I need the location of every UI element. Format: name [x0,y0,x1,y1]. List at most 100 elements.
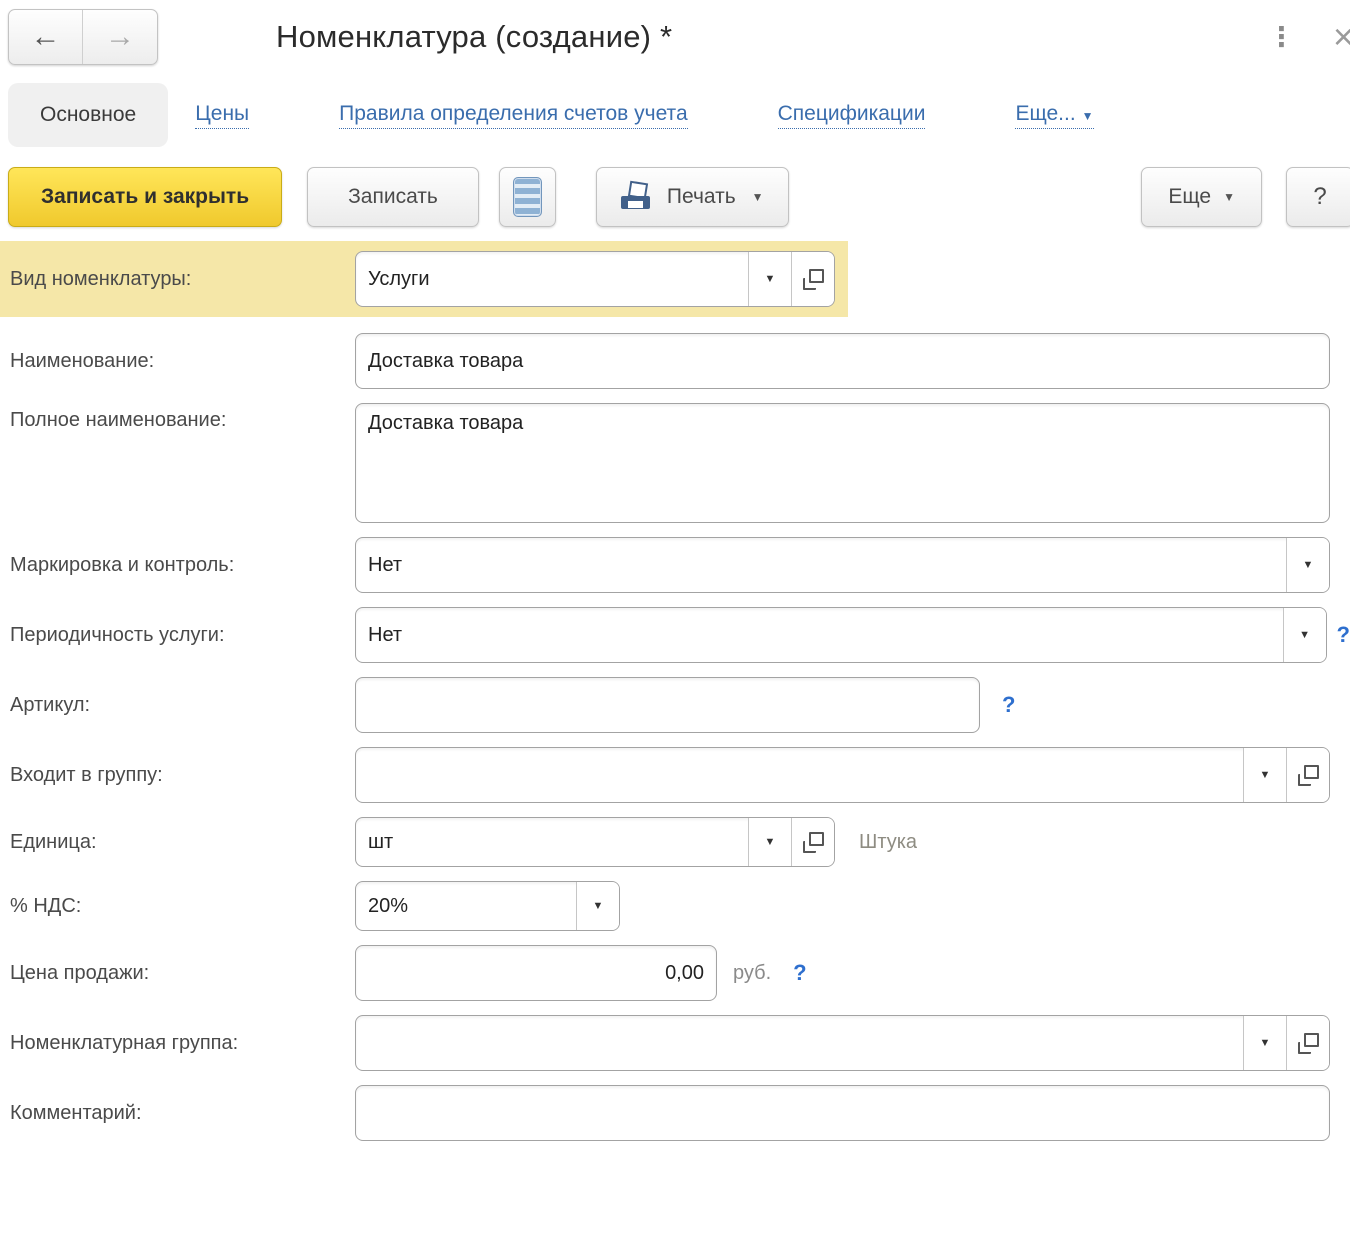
tsena-prodazhi-help-icon[interactable]: ? [793,960,806,986]
field-row-markirovka: Маркировка и контроль: Нет ▼ [0,537,1350,593]
edinitsa-combo[interactable]: шт ▼ [355,817,835,867]
vhodit-v-gruppu-open-button[interactable] [1286,748,1329,802]
kommentariy-label: Комментарий: [0,1102,355,1125]
nomenklaturnaya-gruppa-label: Номенклатурная группа: [0,1032,355,1055]
periodichnost-value: Нет [356,608,1283,662]
more-button[interactable]: Еще ▼ [1141,167,1262,227]
open-form-icon [1298,765,1319,786]
chevron-down-icon: ▼ [1260,1037,1271,1049]
chevron-down-icon: ▼ [593,900,604,912]
edinitsa-fullname-text: Штука [859,831,917,854]
field-row-tsena-prodazhi: Цена продажи: руб. ? [0,945,1350,1001]
tab-more-label: Еще... [1015,102,1075,125]
tab-more[interactable]: Еще... ▼ [1015,102,1093,129]
nds-value: 20% [356,882,576,930]
nomenklaturnaya-gruppa-combo[interactable]: ▼ [355,1015,1330,1071]
polnoe-naimenovanie-label: Полное наименование: [0,403,355,432]
edinitsa-label: Единица: [0,831,355,854]
markirovka-value: Нет [356,538,1286,592]
vid-nomenklatury-open-button[interactable] [791,252,834,306]
register-icon [513,177,542,217]
nds-dropdown-button[interactable]: ▼ [576,882,619,930]
markirovka-dropdown-button[interactable]: ▼ [1286,538,1329,592]
nomenklaturnaya-gruppa-dropdown-button[interactable]: ▼ [1243,1016,1286,1070]
field-row-edinitsa: Единица: шт ▼ Штука [0,817,1350,867]
open-form-icon [1298,1033,1319,1054]
vid-nomenklatury-dropdown-button[interactable]: ▼ [748,252,791,306]
field-row-vhodit-v-gruppu: Входит в группу: ▼ [0,747,1350,803]
titlebar: ← → Номенклатура (создание) * ⋮ × [0,0,1350,71]
field-row-artikul: Артикул: ? [0,677,1350,733]
forward-button[interactable]: → [83,10,157,64]
field-row-polnoe-naimenovanie: Полное наименование: Доставка товара [0,403,1350,523]
naimenovanie-label: Наименование: [0,350,355,373]
chevron-down-icon: ▼ [1082,109,1094,123]
markirovka-label: Маркировка и контроль: [0,554,355,577]
artikul-input[interactable] [355,677,980,733]
save-button[interactable]: Записать [307,167,479,227]
tab-tseny[interactable]: Цены [195,102,249,129]
periodichnost-label: Периодичность услуги: [0,624,355,647]
field-row-vid-nomenklatury: Вид номенклатуры: Услуги ▼ [0,241,848,317]
vhodit-v-gruppu-combo[interactable]: ▼ [355,747,1330,803]
titlebar-actions: ⋮ × [1268,19,1340,55]
markirovka-combo[interactable]: Нет ▼ [355,537,1330,593]
tsena-prodazhi-input[interactable] [355,945,717,1001]
chevron-down-icon: ▼ [765,273,776,285]
help-button[interactable]: ? [1286,167,1350,227]
nomenclature-create-window: { "window": { "title": "Номенклатура (со… [0,0,1350,1240]
artikul-label: Артикул: [0,694,355,717]
chevron-down-icon: ▼ [1303,559,1314,571]
show-movements-button[interactable] [499,167,556,227]
nomenklaturnaya-gruppa-open-button[interactable] [1286,1016,1329,1070]
kommentariy-input[interactable] [355,1085,1330,1141]
nomenklaturnaya-gruppa-value [356,1016,1243,1070]
chevron-down-icon: ▼ [752,190,764,204]
page-title: Номенклатура (создание) * [276,19,672,55]
open-form-icon [803,269,824,290]
window-menu-icon[interactable]: ⋮ [1268,24,1295,51]
edinitsa-dropdown-button[interactable]: ▼ [748,818,791,866]
tab-pravila-opredeleniya-schetov[interactable]: Правила определения счетов учета [339,102,687,129]
vid-nomenklatury-combo[interactable]: Услуги ▼ [355,251,835,307]
chevron-down-icon: ▼ [1299,629,1310,641]
nav-button-group: ← → [8,9,158,65]
vid-nomenklatury-label: Вид номенклатуры: [0,268,355,291]
chevron-down-icon: ▼ [1260,769,1271,781]
nds-combo[interactable]: 20% ▼ [355,881,620,931]
tsena-prodazhi-label: Цена продажи: [0,962,355,985]
print-button[interactable]: Печать ▼ [596,167,789,227]
edinitsa-value: шт [356,818,748,866]
item-form: Вид номенклатуры: Услуги ▼ Наименование:… [0,227,1350,1141]
print-label: Печать [667,185,736,209]
periodichnost-combo[interactable]: Нет ▼ [355,607,1327,663]
tab-bar: Основное Цены Правила определения счетов… [0,71,1350,157]
nds-label: % НДС: [0,895,355,918]
tab-spetsifikatsii[interactable]: Спецификации [778,102,926,129]
polnoe-naimenovanie-textarea[interactable]: Доставка товара [355,403,1330,523]
vid-nomenklatury-value: Услуги [356,252,748,306]
field-row-nds: % НДС: 20% ▼ [0,881,1350,931]
printer-icon [621,182,653,212]
artikul-help-icon[interactable]: ? [1002,692,1015,718]
close-icon[interactable]: × [1333,19,1350,55]
currency-text: руб. [733,962,771,985]
open-form-icon [803,832,824,853]
periodichnost-dropdown-button[interactable]: ▼ [1283,608,1326,662]
edinitsa-open-button[interactable] [791,818,834,866]
tab-osnovnoe[interactable]: Основное [8,83,168,147]
back-button[interactable]: ← [9,10,83,64]
command-bar: Записать и закрыть Записать Печать ▼ Еще… [0,157,1350,227]
field-row-nomenklaturnaya-gruppa: Номенклатурная группа: ▼ [0,1015,1350,1071]
chevron-down-icon: ▼ [1223,190,1235,204]
more-label: Еще [1168,185,1211,209]
chevron-down-icon: ▼ [765,836,776,848]
field-row-kommentariy: Комментарий: [0,1085,1350,1141]
vhodit-v-gruppu-dropdown-button[interactable]: ▼ [1243,748,1286,802]
field-row-naimenovanie: Наименование: [0,333,1350,389]
naimenovanie-input[interactable] [355,333,1330,389]
save-and-close-button[interactable]: Записать и закрыть [8,167,282,227]
periodichnost-help-icon[interactable]: ? [1337,622,1350,648]
field-row-periodichnost: Периодичность услуги: Нет ▼ ? [0,607,1350,663]
vhodit-v-gruppu-label: Входит в группу: [0,764,355,787]
